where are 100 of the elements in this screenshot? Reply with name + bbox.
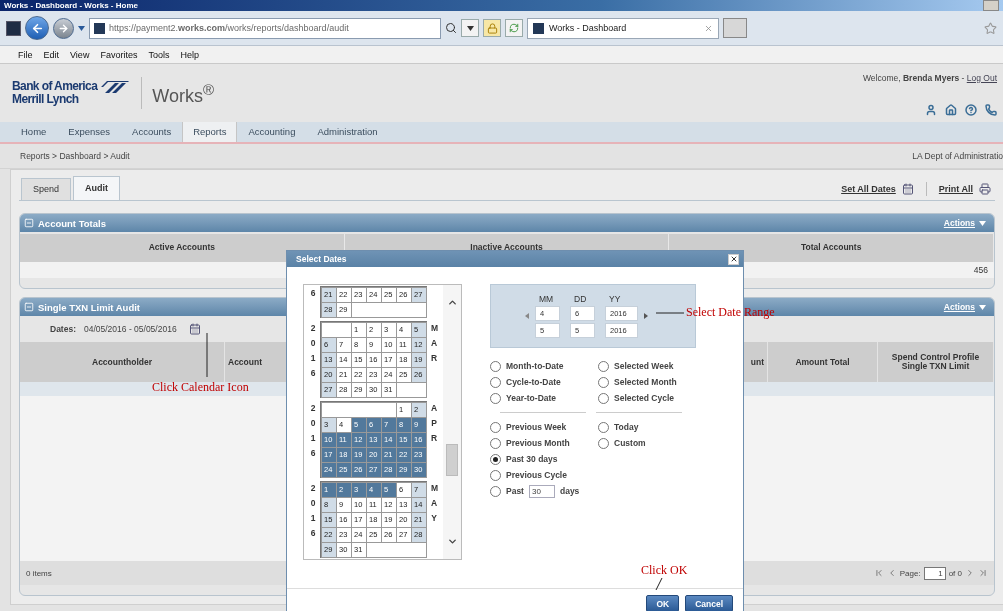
radio-label: Year-to-Date [506,393,557,403]
radio-button[interactable] [490,360,501,372]
menu-item[interactable]: Favorites [100,49,138,60]
nav-tab[interactable]: Administration [306,122,389,142]
caret-icon [979,304,986,310]
phone-icon[interactable] [985,104,997,116]
product-name: Works$^{®}$ [141,77,214,109]
search-icon[interactable] [445,22,457,34]
forward-button[interactable] [53,17,74,39]
menu-item[interactable]: Tools [148,49,170,60]
radio-button[interactable] [598,437,609,449]
radio-label: days [559,486,580,496]
nav-tab[interactable]: Home [10,122,58,142]
calendar-icon[interactable] [901,182,914,195]
days-input[interactable]: 30 [528,484,555,498]
help-icon[interactable] [965,104,977,116]
log-out-link[interactable]: Log Out [966,73,997,83]
breadcrumb: Reports > Dashboard > Audit [20,151,130,161]
nav-tab[interactable]: Expenses [57,122,122,142]
next-arrow-icon[interactable] [644,313,648,319]
radio-label: Today [614,422,639,432]
cancel-button[interactable]: Cancel [685,595,733,611]
home-icon[interactable] [945,104,957,116]
radio-button[interactable] [490,437,501,449]
item-count: 0 items [26,568,52,578]
close-icon[interactable] [704,23,713,33]
address-field[interactable]: https://payment2.works.com/works/reports/dashboard/audit [89,17,441,39]
tab-title: Works - Dashboard [549,23,628,33]
menu-item[interactable]: Help [180,49,199,60]
site-icon [533,22,544,34]
browser-tab[interactable]: Works - Dashboard [527,17,719,39]
ok-button[interactable]: OK [646,595,680,611]
caret-icon [466,25,474,31]
radio-label: Previous Week [506,422,567,432]
site-icon [94,22,105,34]
page-input[interactable]: 1 [923,566,946,580]
printer-icon[interactable] [979,182,991,195]
set-all-dates-link[interactable]: Set All Dates [841,183,896,194]
leader-line [655,578,663,590]
date-part-label: YY [608,294,622,304]
dropdown-button[interactable] [461,19,479,37]
radio-button[interactable] [598,421,609,433]
tab[interactable]: Audit [73,176,121,200]
nav-tab[interactable]: Accounting [237,122,307,142]
welcome-text: Welcome, Brenda Myers - Log Out [862,73,997,83]
next-page-icon[interactable] [965,568,975,578]
url-text: https://payment2.works.com/works/reports/dashboard/audit [109,23,349,33]
collapse-icon[interactable] [24,218,34,228]
close-button[interactable] [728,253,739,265]
annotation-text: Click Calendar Icon [152,380,249,395]
annotation-text: Click OK [641,563,688,578]
dialog-title: Select Dates [296,254,347,264]
radio-label: Previous Cycle [506,470,567,480]
calendar-icon[interactable] [188,323,201,335]
radio-label: Selected Week [614,361,674,371]
print-all-link[interactable]: Print All [938,183,973,194]
app-icon [6,20,21,36]
menu-item[interactable]: Edit [43,49,60,60]
menu-item[interactable]: View [70,49,90,60]
radio-button[interactable] [598,376,609,388]
radio-button[interactable] [490,376,501,388]
nav-tab[interactable]: Reports [182,122,238,142]
nav-tab[interactable]: Accounts [121,122,183,142]
radio-button[interactable] [490,453,501,465]
radio-label: Previous Month [506,438,570,448]
radio-button[interactable] [490,392,501,404]
radio-button[interactable] [490,421,501,433]
radio-button[interactable] [490,469,501,481]
panel-title: Account Totals [38,217,106,229]
page-label: Page: [899,568,921,578]
scroll-down-icon[interactable] [446,536,458,547]
new-tab-button[interactable] [723,18,747,38]
previous-arrow-icon[interactable] [525,313,529,319]
window-controls-icon[interactable] [983,0,999,11]
date-part-label: DD [573,294,588,304]
collapse-icon[interactable] [24,302,34,312]
radio-label: Past [506,486,524,496]
history-caret-icon [78,25,85,31]
scroll-thumb[interactable] [446,444,458,476]
star-icon[interactable] [984,21,997,35]
tab[interactable]: Spend [21,178,72,200]
refresh-icon [509,23,519,33]
radio-button[interactable] [490,485,501,497]
window-title: Works - Dashboard - Works - Home [4,0,138,11]
radio-label: Month-to-Date [506,361,564,371]
date-part-label: MM [538,294,555,304]
user-icon[interactable] [925,104,937,116]
flag-logo-icon [101,80,130,93]
organization-name: LA Dept of Administratio [912,151,1003,161]
table-cell-text: 456 [972,264,989,277]
radio-label: Past 30 days [506,454,558,464]
radio-button[interactable] [598,360,609,372]
scroll-up-icon[interactable] [446,297,458,308]
menu-item[interactable]: File [18,49,33,60]
radio-label: Custom [614,438,646,448]
radio-button[interactable] [598,392,609,404]
brand-name: Bank of America [12,80,98,93]
refresh-button[interactable] [505,19,523,37]
back-button[interactable] [25,16,49,40]
page-total: of 0 [948,568,962,578]
